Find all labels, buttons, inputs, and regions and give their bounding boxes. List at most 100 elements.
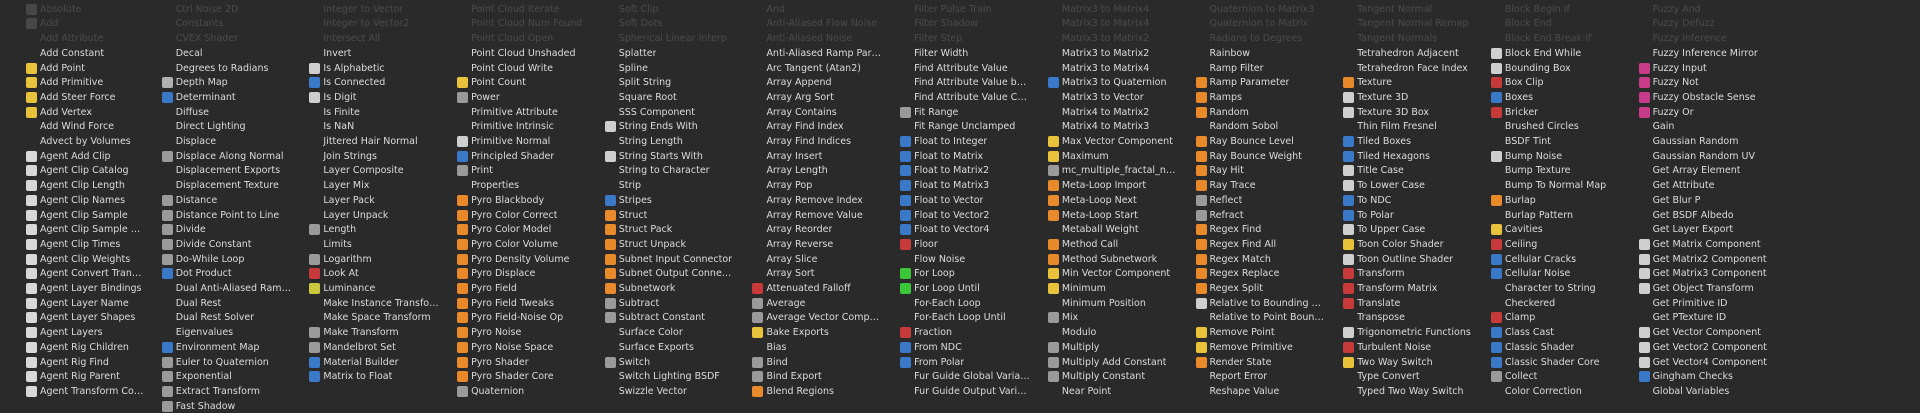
menu-item[interactable]: Burlap Pattern [1477,208,1621,223]
menu-item[interactable]: For Loop [886,267,1030,282]
menu-item[interactable]: Global Variables [1625,384,1769,399]
menu-item[interactable]: Multiply Add Constant [1034,355,1178,370]
menu-item[interactable]: Array Reorder [738,223,882,238]
menu-item[interactable]: String Ends With [591,120,735,135]
menu-item[interactable]: Fuzzy Obstacle Sense [1625,90,1769,105]
menu-item[interactable]: Is Digit [295,90,439,105]
menu-item[interactable]: Tangent Normals [1329,31,1473,46]
menu-item[interactable]: Switch Lighting BSDF [591,370,735,385]
menu-item[interactable]: Metaball Weight [1034,223,1178,238]
menu-item[interactable]: Average [738,296,882,311]
menu-item[interactable]: Get Matrix Component [1625,237,1769,252]
menu-item[interactable]: Blend Regions [738,384,882,399]
menu-item[interactable]: Transform Matrix [1329,281,1473,296]
menu-item[interactable]: Multiply Constant [1034,370,1178,385]
menu-item[interactable]: Material Builder [295,355,439,370]
menu-item[interactable]: Texture 3D Box [1329,105,1473,120]
menu-item[interactable]: Get Vector2 Component [1625,340,1769,355]
menu-item[interactable]: Dual Rest Solver [148,311,292,326]
menu-item[interactable]: Integer to Vector2 [295,17,439,32]
menu-item[interactable]: Array Pop [738,178,882,193]
menu-item[interactable]: Make Instance Transform [295,296,439,311]
menu-item[interactable]: Tetrahedron Face Index [1329,61,1473,76]
menu-item[interactable]: Get Array Element [1625,164,1769,179]
menu-item[interactable]: Character to String [1477,281,1621,296]
menu-item[interactable]: Get BSDF Albedo [1625,208,1769,223]
menu-item[interactable]: Primitive Attribute [443,105,587,120]
menu-item[interactable]: Split String [591,76,735,91]
menu-item[interactable]: Mix [1034,311,1178,326]
menu-item[interactable]: Fuzzy Defuzz [1625,17,1769,32]
menu-item[interactable]: Texture [1329,76,1473,91]
menu-item[interactable]: Print [443,164,587,179]
menu-item[interactable]: Flow Noise [886,252,1030,267]
menu-item[interactable]: mc_multiple_fractal_noise [1034,164,1178,179]
menu-item[interactable]: Box Clip [1477,76,1621,91]
menu-item[interactable]: Quaternion to Matrix3 [1182,2,1326,17]
menu-item[interactable]: Point Cloud Unshaded [443,46,587,61]
menu-item[interactable]: Switch [591,355,735,370]
menu-item[interactable]: Pyro Noise Space [443,340,587,355]
menu-item[interactable]: Remove Primitive [1182,340,1326,355]
menu-item[interactable]: Turbulent Noise [1329,340,1473,355]
menu-item[interactable]: Layer Composite [295,164,439,179]
menu-item[interactable]: Toon Color Shader [1329,237,1473,252]
menu-item[interactable]: Look At [295,267,439,282]
menu-item[interactable]: Array Length [738,164,882,179]
menu-item[interactable]: Cellular Cracks [1477,252,1621,267]
menu-item[interactable]: Brushed Circles [1477,120,1621,135]
menu-item[interactable]: Agent Clip Names [0,193,144,208]
menu-item[interactable]: Primitive Normal [443,134,587,149]
menu-item[interactable]: Bind [738,355,882,370]
menu-item[interactable]: Block End While [1477,46,1621,61]
menu-item[interactable]: Burlap [1477,193,1621,208]
menu-item[interactable]: Bump Texture [1477,164,1621,179]
menu-item[interactable]: Pyro Shader [443,355,587,370]
menu-item[interactable]: Distance Point to Line [148,208,292,223]
menu-item[interactable]: Determinant [148,90,292,105]
menu-item[interactable]: Fuzzy Or [1625,105,1769,120]
menu-item[interactable]: Min Vector Component [1034,267,1178,282]
menu-item[interactable]: To NDC [1329,193,1473,208]
menu-item[interactable]: Get Vector Component [1625,325,1769,340]
menu-item[interactable]: Matrix3 to Matrix2 [1034,31,1178,46]
menu-item[interactable]: Add [0,17,144,32]
menu-item[interactable]: Modulo [1034,325,1178,340]
menu-item[interactable]: Fit Range [886,105,1030,120]
menu-item[interactable]: Strip [591,178,735,193]
menu-item[interactable]: Attenuated Falloff [738,281,882,296]
menu-item[interactable]: Tiled Hexagons [1329,149,1473,164]
menu-item[interactable]: Power [443,90,587,105]
menu-item[interactable]: Regex Find All [1182,237,1326,252]
menu-item[interactable]: Add Attribute [0,31,144,46]
menu-item[interactable]: Pyro Displace [443,267,587,282]
menu-item[interactable]: BSDF Tint [1477,134,1621,149]
menu-item[interactable]: Fuzzy And [1625,2,1769,17]
menu-item[interactable]: Matrix3 to Matrix4 [1034,61,1178,76]
menu-item[interactable]: Get Object Transform [1625,281,1769,296]
menu-item[interactable]: Subtract Constant [591,311,735,326]
menu-item[interactable]: Distance [148,193,292,208]
menu-item[interactable]: Pyro Density Volume [443,252,587,267]
menu-item[interactable]: Agent Clip Sample [0,208,144,223]
menu-item[interactable]: Array Slice [738,252,882,267]
menu-item[interactable]: Dual Anti-Aliased Ramp Parameter [148,281,292,296]
menu-item[interactable]: Fit Range Unclamped [886,120,1030,135]
menu-item[interactable]: Do-While Loop [148,252,292,267]
menu-item[interactable]: Get Vector4 Component [1625,355,1769,370]
menu-item[interactable]: Matrix4 to Matrix2 [1034,105,1178,120]
menu-item[interactable]: Layer Mix [295,178,439,193]
menu-item[interactable]: Random Sobol [1182,120,1326,135]
menu-item[interactable]: Fast Shadow [148,399,292,413]
menu-item[interactable]: Rainbow [1182,46,1326,61]
menu-item[interactable]: Filter Width [886,46,1030,61]
menu-item[interactable]: To Upper Case [1329,223,1473,238]
menu-item[interactable]: Point Cloud Iterate [443,2,587,17]
menu-item[interactable]: Array Find Indices [738,134,882,149]
menu-item[interactable]: Texture 3D [1329,90,1473,105]
menu-item[interactable]: Length [295,223,439,238]
menu-item[interactable]: Euler to Quaternion [148,355,292,370]
menu-item[interactable]: Ramp Parameter [1182,76,1326,91]
menu-item[interactable]: Fur Guide Global Variables [886,370,1030,385]
menu-item[interactable]: Agent Rig Children [0,340,144,355]
